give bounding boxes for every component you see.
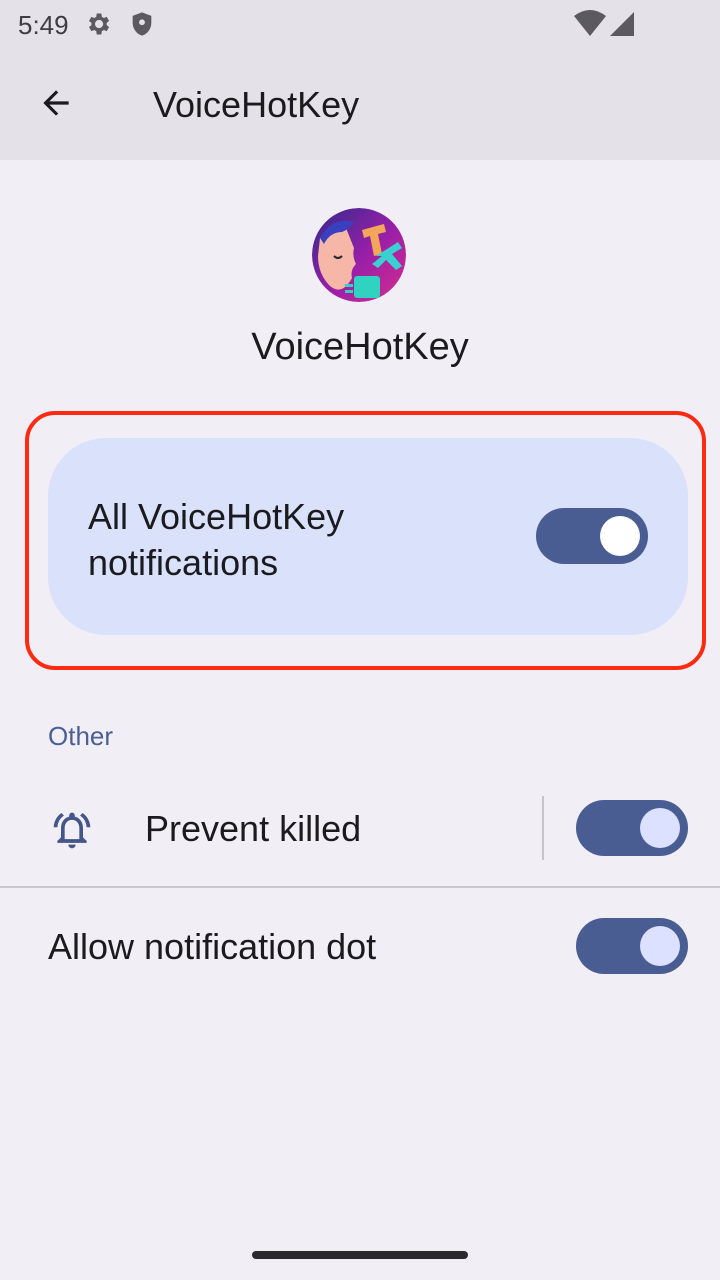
master-toggle-label: All VoiceHotKey notifications bbox=[88, 496, 345, 583]
notification-dot-label: Allow notification dot bbox=[48, 926, 377, 967]
prevent-killed-row[interactable]: Prevent killed bbox=[0, 782, 720, 874]
back-button[interactable] bbox=[28, 77, 84, 133]
gesture-nav-handle[interactable] bbox=[252, 1251, 468, 1259]
notification-dot-row[interactable]: Allow notification dot bbox=[0, 900, 720, 992]
gear-icon bbox=[84, 10, 112, 43]
app-logo-icon bbox=[312, 208, 406, 302]
shield-icon bbox=[128, 10, 156, 43]
switch-thumb bbox=[600, 516, 640, 556]
master-toggle-switch[interactable] bbox=[536, 508, 648, 564]
status-time: 5:49 bbox=[18, 10, 69, 40]
wifi-icon bbox=[574, 10, 606, 43]
switch-thumb bbox=[640, 808, 680, 848]
section-header-other: Other bbox=[48, 721, 114, 751]
row-divider bbox=[542, 796, 544, 860]
signal-icon bbox=[608, 10, 634, 43]
arrow-back-icon bbox=[37, 84, 75, 127]
app-bar: VoiceHotKey bbox=[0, 50, 720, 160]
app-name: VoiceHotKey bbox=[251, 326, 469, 368]
prevent-killed-switch[interactable] bbox=[576, 800, 688, 856]
status-bar: 5:49 bbox=[0, 0, 720, 50]
list-divider bbox=[0, 886, 720, 888]
notification-dot-switch[interactable] bbox=[576, 918, 688, 974]
switch-thumb bbox=[640, 926, 680, 966]
master-toggle-card[interactable]: All VoiceHotKey notifications bbox=[48, 438, 688, 635]
bell-ringing-icon bbox=[50, 808, 94, 857]
prevent-killed-label: Prevent killed bbox=[145, 808, 362, 849]
app-bar-title: VoiceHotKey bbox=[153, 84, 360, 125]
